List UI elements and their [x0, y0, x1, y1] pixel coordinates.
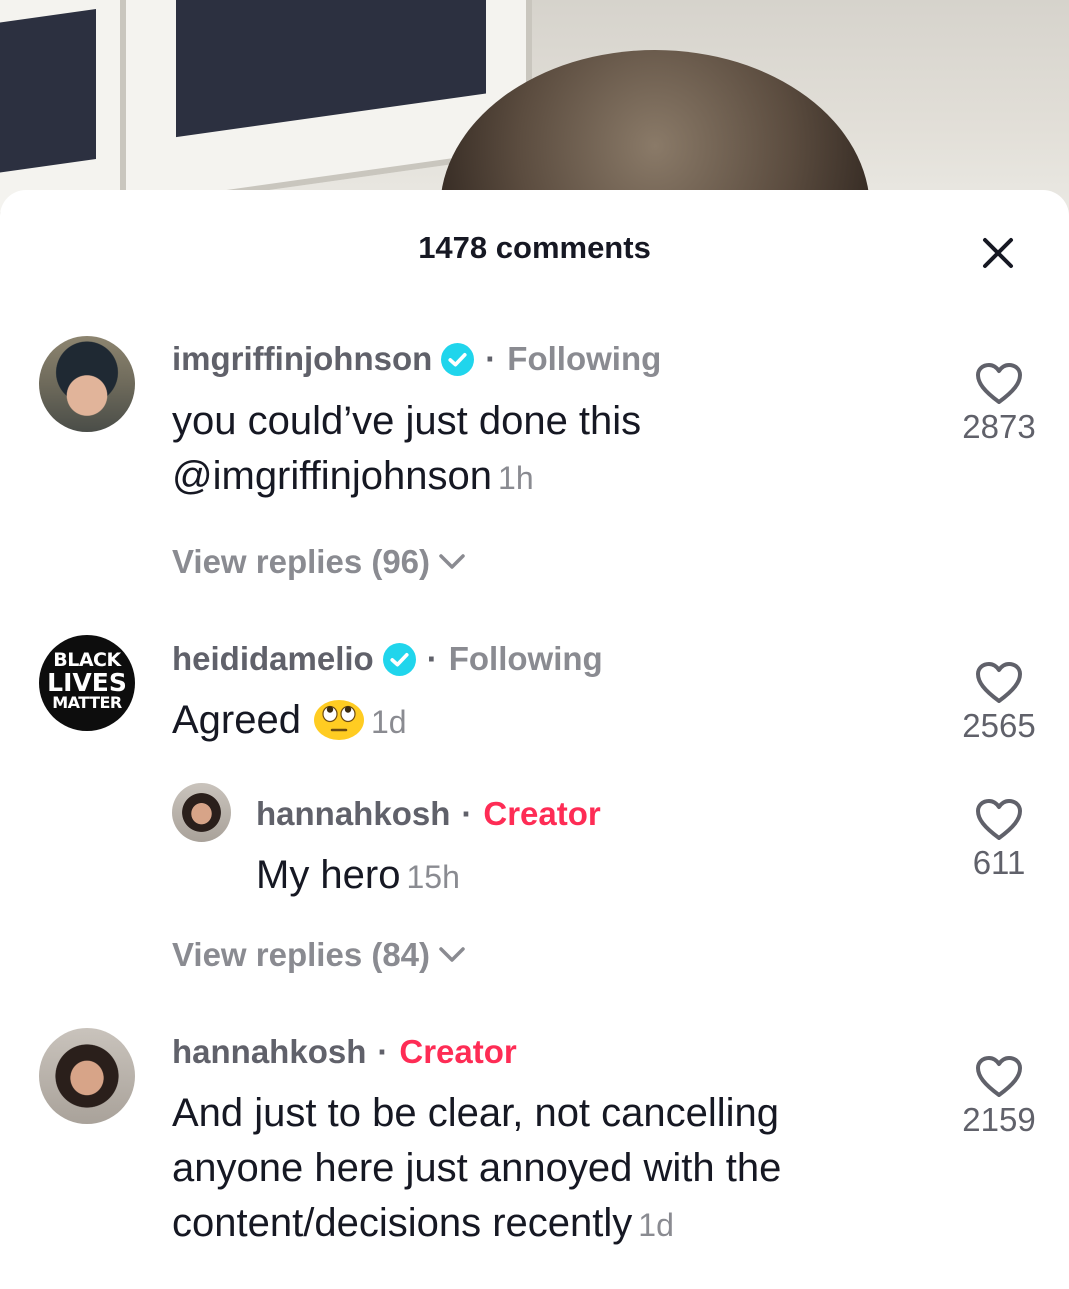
- like-count: 2873: [962, 408, 1036, 445]
- comment-time: 1h: [498, 460, 534, 496]
- comment-text-line: And just to be clear, not cancelling: [172, 1091, 780, 1135]
- comment-time: 1d: [638, 1207, 674, 1243]
- comment-1-text: you could’ve just done this @imgriffinjo…: [172, 394, 641, 506]
- close-button[interactable]: [975, 230, 1021, 276]
- creator-badge: Creator: [399, 1033, 517, 1070]
- heart-outline-icon: [976, 1056, 1022, 1097]
- comment-1-header: imgriffinjohnson · Following: [172, 340, 661, 378]
- like-button-comment-3[interactable]: 2159: [949, 1055, 1049, 1139]
- view-replies-comment-2[interactable]: View replies (84): [172, 936, 466, 974]
- comment-text-line: My hero: [256, 853, 401, 897]
- face-with-rolling-eyes-emoji: [313, 700, 364, 740]
- heart-outline-icon: [976, 799, 1022, 840]
- username[interactable]: imgriffinjohnson: [172, 340, 432, 378]
- avatar-imgriffinjohnson[interactable]: [39, 336, 135, 432]
- comment-2-text: Agreed 1d: [172, 693, 407, 750]
- verified-badge-icon: [441, 342, 475, 376]
- comment-time: 1d: [370, 704, 407, 740]
- username[interactable]: hannahkosh: [256, 795, 450, 833]
- comment-time: 15h: [406, 859, 460, 895]
- chevron-down-icon: [439, 947, 465, 962]
- verified-badge-icon: [382, 642, 416, 676]
- comment-text-line: you could’ve just done this: [172, 399, 642, 443]
- username[interactable]: hannahkosh: [172, 1033, 366, 1071]
- comment-text-line: Agreed: [172, 698, 301, 742]
- comment-3-header: hannahkosh · Creator: [172, 1033, 517, 1071]
- close-icon: [983, 238, 1013, 268]
- following-label: Following: [448, 640, 603, 677]
- chevron-down-icon: [439, 554, 465, 569]
- comment-2-header: heididamelio · Following: [172, 640, 603, 678]
- comment-text-line: anyone here just annoyed with the: [172, 1146, 782, 1190]
- like-button-comment-2[interactable]: 2565: [949, 661, 1049, 745]
- username[interactable]: heididamelio: [172, 640, 374, 678]
- avatar-hannahkosh-reply[interactable]: [172, 783, 231, 842]
- comment-3-text: And just to be clear, not cancelling any…: [172, 1086, 781, 1253]
- heart-outline-icon: [976, 662, 1022, 703]
- like-button-comment-1[interactable]: 2873: [949, 362, 1049, 446]
- creator-badge: Creator: [483, 795, 601, 832]
- reply-header: hannahkosh · Creator: [256, 795, 601, 833]
- like-button-reply[interactable]: 611: [949, 798, 1049, 882]
- like-count: 611: [972, 844, 1026, 881]
- avatar-text: MATTER: [52, 693, 122, 712]
- separator-dot: ·: [377, 1033, 389, 1070]
- following-label: Following: [507, 340, 662, 377]
- comment-text-line: content/decisions recently: [172, 1201, 633, 1245]
- like-count: 2565: [962, 707, 1036, 744]
- view-replies-label: View replies (96): [172, 543, 431, 580]
- reply-text: My hero 15h: [256, 848, 460, 905]
- avatar-hannahkosh[interactable]: [39, 1028, 135, 1124]
- like-count: 2159: [962, 1101, 1036, 1138]
- avatar-text: LIVES: [47, 668, 127, 697]
- avatar-heididamelio[interactable]: BLACK LIVES MATTER: [39, 635, 135, 731]
- view-replies-comment-1[interactable]: View replies (96): [172, 543, 466, 581]
- comments-count-title: 1478 comments: [418, 230, 651, 265]
- heart-outline-icon: [976, 363, 1022, 404]
- separator-dot: ·: [426, 640, 438, 677]
- separator-dot: ·: [485, 340, 497, 377]
- view-replies-label: View replies (84): [172, 936, 431, 973]
- separator-dot: ·: [461, 795, 473, 832]
- mention-link[interactable]: @imgriffinjohnson: [172, 454, 492, 498]
